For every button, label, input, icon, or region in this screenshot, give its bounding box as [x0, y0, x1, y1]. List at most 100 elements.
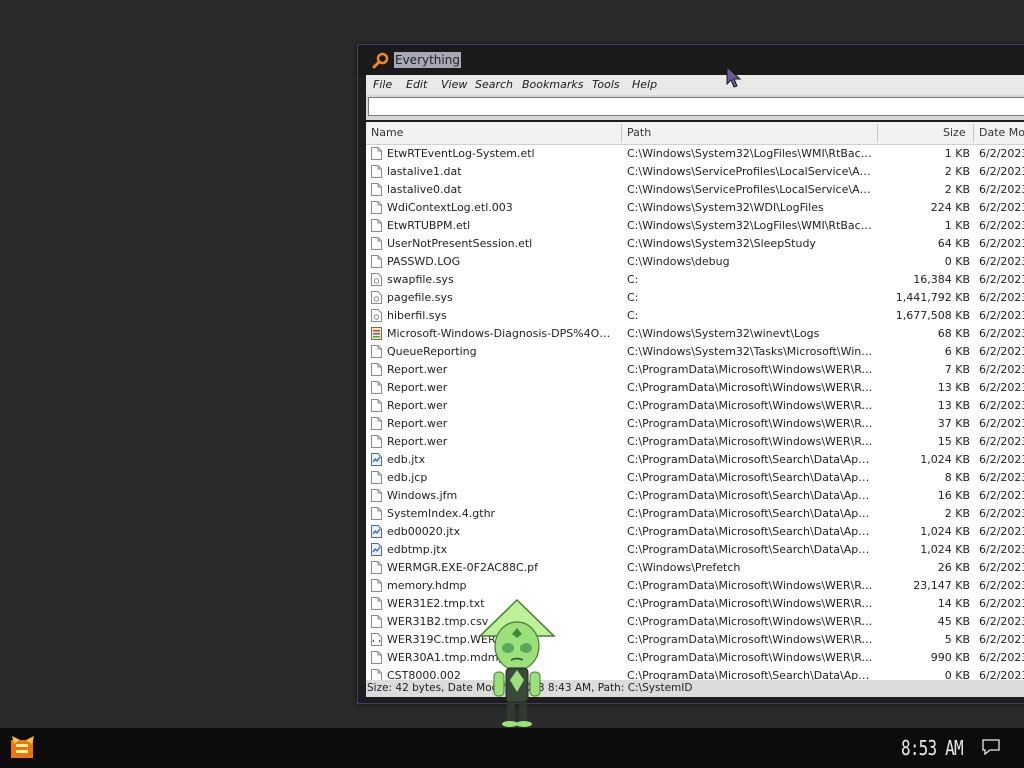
cell-size: 8 KB: [944, 471, 970, 484]
cell-name: UserNotPresentSession.etl: [387, 237, 533, 250]
file-icon: [371, 561, 382, 574]
column-path[interactable]: Path: [627, 126, 651, 139]
table-row[interactable]: Windows.jfm C:\ProgramData\Microsoft\Sear…: [366, 487, 1024, 505]
cell-date: 6/2/2023: [979, 219, 1024, 232]
table-row[interactable]: edbtmp.jtx C:\ProgramData\Microsoft\Searc…: [366, 541, 1024, 559]
table-row[interactable]: Report.wer C:\ProgramData\Microsoft\Windo…: [366, 397, 1024, 415]
table-row[interactable]: lastalive1.dat C:\Windows\ServiceProfiles…: [366, 163, 1024, 181]
column-date-modified[interactable]: Date Mod: [979, 126, 1024, 139]
cell-size: 1,024 KB: [920, 453, 970, 466]
cell-name: Microsoft-Windows-Diagnosis-DPS%4Operati…: [387, 327, 617, 340]
menu-search[interactable]: Search: [475, 78, 513, 91]
start-logo-icon[interactable]: [8, 734, 38, 762]
title-bar[interactable]: Everything: [358, 45, 1024, 75]
mouse-cursor-icon: [726, 66, 742, 88]
system-file-icon: [371, 309, 382, 322]
cell-date: 6/2/2023: [979, 165, 1024, 178]
cell-path: C:\ProgramData\Microsoft\Windows\WER\Rep…: [627, 399, 874, 412]
table-row[interactable]: Report.wer C:\ProgramData\Microsoft\Windo…: [366, 433, 1024, 451]
file-icon: [371, 183, 382, 196]
clock[interactable]: 8:53 AM: [901, 736, 964, 760]
table-row[interactable]: WERMGR.EXE-0F2AC88C.pf C:\Windows\Prefetc…: [366, 559, 1024, 577]
cell-name: SystemIndex.4.gthr: [387, 507, 496, 520]
cell-path: C:\Windows\debug: [627, 255, 730, 268]
cell-path: C:\ProgramData\Microsoft\Search\Data\App…: [627, 543, 874, 556]
table-row[interactable]: Report.wer C:\ProgramData\Microsoft\Windo…: [366, 361, 1024, 379]
column-name[interactable]: Name: [371, 126, 403, 139]
table-row[interactable]: WER30A1.tmp.mdmp C:\ProgramData\Microsoft…: [366, 649, 1024, 667]
menu-help[interactable]: Help: [632, 78, 657, 91]
cell-path: C:\ProgramData\Microsoft\Windows\WER\Rep…: [627, 363, 874, 376]
file-icon: [371, 417, 382, 430]
cell-name: Report.wer: [387, 435, 448, 448]
table-row[interactable]: Microsoft-Windows-Diagnosis-DPS%4Operati…: [366, 325, 1024, 343]
notification-icon[interactable]: [982, 739, 1000, 755]
cell-size: 5 KB: [944, 633, 970, 646]
cell-date: 6/2/2023: [979, 615, 1024, 628]
cell-path: C:\ProgramData\Microsoft\Windows\WER\Rep…: [627, 381, 874, 394]
menu-view[interactable]: View: [441, 78, 467, 91]
table-row[interactable]: edb00020.jtx C:\ProgramData\Microsoft\Sea…: [366, 523, 1024, 541]
column-divider[interactable]: [973, 124, 974, 142]
cell-date: 6/2/2023: [979, 417, 1024, 430]
table-row[interactable]: edb.jtx C:\ProgramData\Microsoft\Search\D…: [366, 451, 1024, 469]
table-row[interactable]: pagefile.sys C: 1,441,792 KB 6/2/2023: [366, 289, 1024, 307]
menu-tools[interactable]: Tools: [592, 78, 620, 91]
cell-name: edb.jtx: [387, 453, 426, 466]
table-row[interactable]: hiberfil.sys C: 1,677,508 KB 6/2/2023: [366, 307, 1024, 325]
cell-date: 6/2/2023: [979, 471, 1024, 484]
window-title: Everything: [394, 52, 461, 68]
table-row[interactable]: CST8000.002 C:\ProgramData\Microsoft\Sear…: [366, 667, 1024, 680]
cell-path: C:\Windows\System32\WDI\LogFiles: [627, 201, 824, 214]
cell-size: 45 KB: [937, 615, 970, 628]
cell-size: 6 KB: [944, 345, 970, 358]
table-row[interactable]: lastalive0.dat C:\Windows\ServiceProfiles…: [366, 181, 1024, 199]
table-row[interactable]: WdiContextLog.etl.003 C:\Windows\System32…: [366, 199, 1024, 217]
cell-path: C:\ProgramData\Microsoft\Search\Data\App…: [627, 507, 874, 520]
file-icon: [371, 381, 382, 394]
cell-size: 13 KB: [937, 399, 970, 412]
cell-path: C:\Windows\System32\LogFiles\WMI\RtBacku…: [627, 147, 874, 160]
column-size[interactable]: Size: [943, 126, 966, 139]
cell-path: C:\ProgramData\Microsoft\Search\Data\App…: [627, 525, 874, 538]
table-row[interactable]: memory.hdmp C:\ProgramData\Microsoft\Wind…: [366, 577, 1024, 595]
table-row[interactable]: UserNotPresentSession.etl C:\Windows\Syst…: [366, 235, 1024, 253]
cell-name: lastalive1.dat: [387, 165, 462, 178]
table-row[interactable]: swapfile.sys C: 16,384 KB 6/2/2023: [366, 271, 1024, 289]
cell-size: 7 KB: [944, 363, 970, 376]
column-divider[interactable]: [621, 124, 622, 142]
table-row[interactable]: WER319C.tmp.WER...a.xml C:\ProgramData\Mi…: [366, 631, 1024, 649]
file-icon: [371, 147, 382, 160]
cell-path: C:\ProgramData\Microsoft\Windows\WER\Rep…: [627, 633, 874, 646]
cell-path: C:\ProgramData\Microsoft\Search\Data\App…: [627, 489, 874, 502]
cell-size: 2 KB: [944, 183, 970, 196]
table-row[interactable]: EtwRTEventLog-System.etl C:\Windows\Syste…: [366, 145, 1024, 163]
table-row[interactable]: WER31E2.tmp.txt C:\ProgramData\Microsoft\…: [366, 595, 1024, 613]
cell-path: C:: [627, 273, 639, 286]
column-divider[interactable]: [877, 124, 878, 142]
table-row[interactable]: WER31B2.tmp.csv C:\ProgramData\Microsoft\…: [366, 613, 1024, 631]
table-row[interactable]: Report.wer C:\ProgramData\Microsoft\Windo…: [366, 415, 1024, 433]
cell-size: 14 KB: [937, 597, 970, 610]
table-row[interactable]: SystemIndex.4.gthr C:\ProgramData\Microso…: [366, 505, 1024, 523]
file-icon: [371, 165, 382, 178]
table-row[interactable]: EtwRTUBPM.etl C:\Windows\System32\LogFile…: [366, 217, 1024, 235]
cell-size: 26 KB: [937, 561, 970, 574]
results-list[interactable]: Name Path Size Date Mod EtwRTEventLog-Sy…: [366, 122, 1024, 680]
file-icon: [371, 237, 382, 250]
menu-edit[interactable]: Edit: [406, 78, 427, 91]
file-icon: [371, 615, 382, 628]
search-input[interactable]: [368, 97, 1024, 116]
table-row[interactable]: Report.wer C:\ProgramData\Microsoft\Windo…: [366, 379, 1024, 397]
menu-bookmarks[interactable]: Bookmarks: [522, 78, 583, 91]
file-icon: [371, 219, 382, 232]
file-icon: [371, 435, 382, 448]
table-row[interactable]: PASSWD.LOG C:\Windows\debug 0 KB 6/2/2023: [366, 253, 1024, 271]
cell-size: 990 KB: [930, 651, 970, 664]
table-row[interactable]: QueueReporting C:\Windows\System32\Tasks\…: [366, 343, 1024, 361]
file-icon: [371, 669, 382, 680]
cell-path: C:\Windows\ServiceProfiles\LocalService\…: [627, 183, 874, 196]
table-row[interactable]: edb.jcp C:\ProgramData\Microsoft\Search\D…: [366, 469, 1024, 487]
menu-file[interactable]: File: [373, 78, 392, 91]
cell-name: hiberfil.sys: [387, 309, 447, 322]
